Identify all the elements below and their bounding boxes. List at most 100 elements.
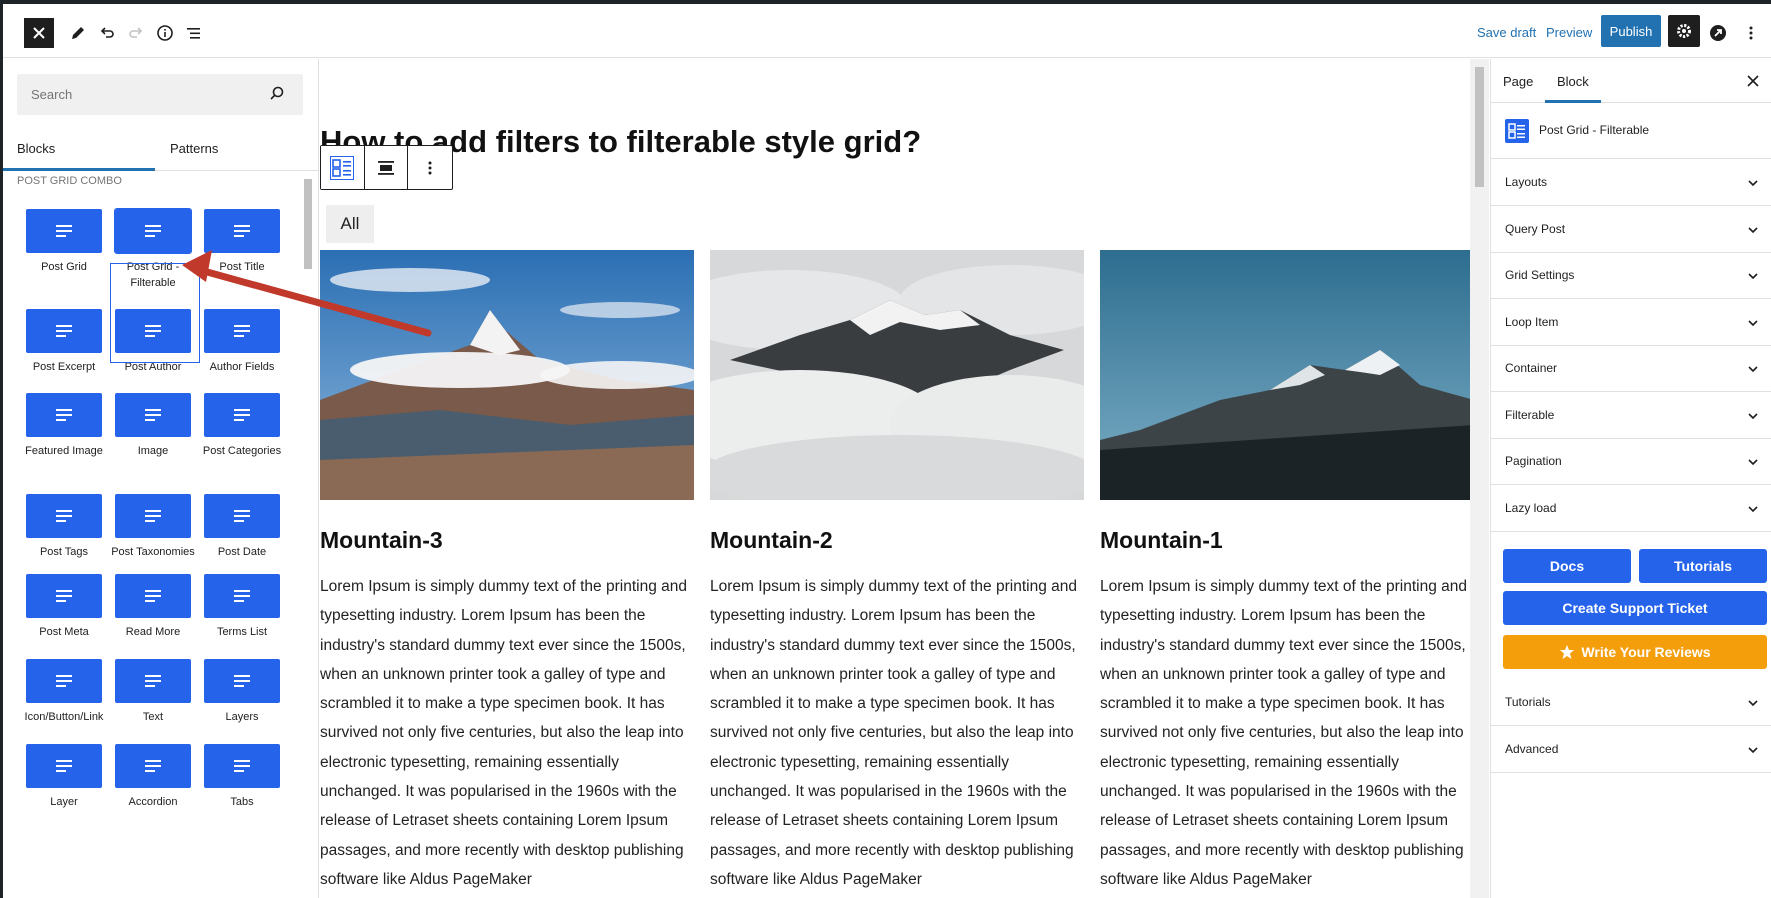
block-item-text[interactable]: Text [110, 659, 196, 725]
active-tab-indicator [3, 168, 155, 171]
filter-all-button[interactable]: All [326, 205, 374, 243]
block-item-icon-button-link[interactable]: Icon/Button/Link [21, 659, 107, 725]
post-featured-image[interactable] [710, 250, 1084, 500]
block-toolbar [320, 145, 453, 190]
block-item-post-date[interactable]: Post Date [199, 494, 285, 560]
block-item-accordion[interactable]: Accordion [110, 744, 196, 810]
accordion-icon [115, 744, 191, 788]
block-label: Terms List [216, 626, 268, 638]
tutorials-button[interactable]: Tutorials [1639, 549, 1767, 583]
block-label: Author Fields [209, 361, 275, 373]
block-label: Featured Image [25, 445, 103, 457]
tab-page[interactable]: Page [1503, 59, 1533, 103]
redo-button[interactable] [121, 18, 151, 48]
tags-icon [26, 494, 102, 538]
canvas-scrollbar-thumb[interactable] [1475, 67, 1484, 187]
categories-icon [204, 393, 280, 437]
plugin-logo-icon [1710, 25, 1726, 41]
block-item-layer[interactable]: Layer [21, 744, 107, 810]
grid-icon [26, 209, 102, 253]
tab-block[interactable]: Block [1557, 59, 1589, 103]
post-card-title[interactable]: Mountain-2 [710, 527, 1084, 554]
panel-title: Loop Item [1505, 314, 1559, 329]
gear-icon [1677, 24, 1691, 38]
post-card-title[interactable]: Mountain-1 [1100, 527, 1474, 554]
list-view-button[interactable] [179, 18, 209, 48]
close-settings-button[interactable] [1743, 71, 1763, 91]
undo-icon [100, 27, 114, 38]
settings-toggle-button[interactable] [1668, 15, 1700, 47]
options-menu-button[interactable] [1736, 18, 1766, 48]
post-card: Mountain-3 Lorem Ipsum is simply dummy t… [320, 250, 694, 894]
block-options-button[interactable] [408, 146, 452, 189]
close-inserter-button[interactable] [24, 18, 54, 48]
block-item-post-meta[interactable]: Post Meta [21, 574, 107, 640]
panel-filterable[interactable]: Filterable [1491, 392, 1771, 439]
panel-container[interactable]: Container [1491, 345, 1771, 392]
post-card: Mountain-2 Lorem Ipsum is simply dummy t… [710, 250, 1084, 894]
panel-query-post[interactable]: Query Post [1491, 206, 1771, 253]
panel-title: Advanced [1505, 742, 1559, 756]
list-view-icon [187, 28, 200, 39]
block-label: Post Grid [41, 261, 87, 273]
block-item-terms-list[interactable]: Terms List [199, 574, 285, 640]
block-item-image[interactable]: Image [110, 393, 196, 459]
block-label: Layer [50, 796, 78, 808]
block-item-read-more[interactable]: Read More [110, 574, 196, 640]
block-item-layers[interactable]: Layers [199, 659, 285, 725]
publish-button[interactable]: Publish [1601, 15, 1661, 47]
details-button[interactable] [150, 18, 180, 48]
panel-grid-settings[interactable]: Grid Settings [1491, 252, 1771, 299]
tab-blocks[interactable]: Blocks [17, 125, 55, 171]
tabs-icon [204, 744, 280, 788]
read-more-icon [115, 574, 191, 618]
block-label: Post Tags [39, 546, 89, 558]
block-label: Post Date [217, 546, 267, 558]
chevron-down-icon [1748, 180, 1758, 187]
save-draft-link[interactable]: Save draft [1477, 25, 1536, 40]
more-vertical-icon [428, 161, 432, 174]
preview-link[interactable]: Preview [1546, 25, 1592, 40]
write-reviews-button[interactable]: Write Your Reviews [1503, 635, 1767, 669]
panel-title: Lazy load [1505, 500, 1557, 515]
panel-advanced[interactable]: Advanced [1491, 726, 1771, 773]
block-item-author-fields[interactable]: Author Fields [199, 309, 285, 375]
layer-icon [26, 744, 102, 788]
undo-button[interactable] [92, 18, 122, 48]
block-card: Post Grid - Filterable [1491, 103, 1771, 159]
docs-button[interactable]: Docs [1503, 549, 1631, 583]
panel-pagination[interactable]: Pagination [1491, 438, 1771, 485]
panel-title: Query Post [1505, 221, 1566, 236]
info-icon [157, 25, 173, 41]
block-item-post-tags[interactable]: Post Tags [21, 494, 107, 560]
block-item-tabs[interactable]: Tabs [199, 744, 285, 810]
panel-loop-item[interactable]: Loop Item [1491, 299, 1771, 346]
inserter-scrollbar[interactable] [304, 179, 312, 269]
panel-lazy-load[interactable]: Lazy load [1491, 485, 1771, 532]
block-label: Layers [225, 711, 259, 723]
chevron-down-icon [1748, 226, 1758, 233]
block-item-post-excerpt[interactable]: Post Excerpt [21, 309, 107, 375]
tab-patterns[interactable]: Patterns [170, 125, 218, 171]
block-item-post-title[interactable]: Post Title [199, 209, 285, 275]
block-name: Post Grid - Filterable [1539, 123, 1650, 137]
block-item-post-taxonomies[interactable]: Post Taxonomies [110, 494, 196, 560]
tools-button[interactable] [63, 18, 93, 48]
editor-toolbar: Save draft Preview Publish [3, 4, 1771, 58]
block-item-featured-image[interactable]: Featured Image [21, 393, 107, 459]
close-icon [33, 27, 45, 39]
plugin-button[interactable] [1703, 18, 1733, 48]
panel-layouts[interactable]: Layouts [1491, 159, 1771, 206]
meta-icon [26, 574, 102, 618]
support-ticket-button[interactable]: Create Support Ticket [1503, 591, 1767, 625]
post-featured-image[interactable] [320, 250, 694, 500]
align-button[interactable] [365, 146, 409, 189]
search-input[interactable] [17, 74, 303, 115]
panel-tutorials[interactable]: Tutorials [1491, 679, 1771, 726]
post-featured-image[interactable] [1100, 250, 1474, 500]
block-item-post-grid[interactable]: Post Grid [21, 209, 107, 275]
block-item-post-categories[interactable]: Post Categories [199, 393, 285, 459]
block-type-button[interactable] [321, 146, 365, 189]
block-inserter: Blocks Patterns POST GRID COMBO Post Gri… [3, 59, 319, 898]
post-card-title[interactable]: Mountain-3 [320, 527, 694, 554]
